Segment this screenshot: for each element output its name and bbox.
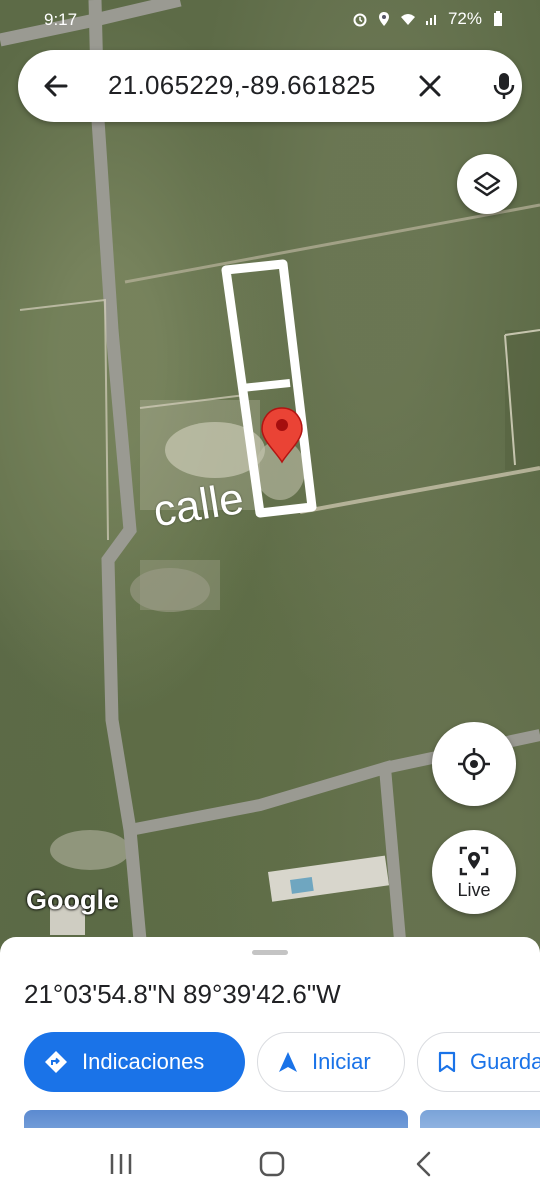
- alarm-icon: [353, 13, 367, 27]
- status-icons: 72%: [352, 9, 506, 29]
- signal-icon: [425, 15, 436, 25]
- wifi-icon: [400, 14, 415, 25]
- bookmark-icon: [438, 1051, 456, 1073]
- start-button[interactable]: Iniciar: [257, 1032, 405, 1092]
- directions-button[interactable]: Indicaciones: [24, 1032, 245, 1092]
- directions-icon: [45, 1051, 67, 1073]
- layers-button[interactable]: [457, 154, 517, 214]
- place-coordinates: 21°03'54.8"N 89°39'42.6"W: [24, 979, 341, 1009]
- navigation-arrow-icon: [279, 1052, 297, 1072]
- sheet-drag-handle[interactable]: [252, 950, 288, 955]
- layers-icon: [473, 171, 501, 197]
- system-navigation-bar: [0, 1128, 540, 1200]
- recent-apps-icon[interactable]: [105, 1148, 137, 1180]
- my-location-icon: [458, 748, 490, 780]
- save-button[interactable]: Guardar: [417, 1032, 540, 1092]
- status-time: 9:17: [44, 10, 78, 29]
- dirt-track: [124, 203, 540, 284]
- live-label: Live: [457, 879, 491, 900]
- road: [128, 760, 406, 941]
- my-location-button[interactable]: [432, 722, 516, 806]
- field-patch: [0, 300, 120, 550]
- place-bottom-sheet[interactable]: 21°03'54.8"N 89°39'42.6"W Indicaciones I…: [0, 937, 540, 1137]
- back-icon[interactable]: [408, 1148, 440, 1180]
- battery-percent: 72%: [447, 9, 482, 28]
- home-icon[interactable]: [256, 1148, 288, 1180]
- start-label: Iniciar: [312, 1049, 371, 1074]
- status-bar: 9:17 72%: [0, 0, 540, 40]
- directions-label: Indicaciones: [82, 1049, 205, 1074]
- back-arrow-icon[interactable]: [40, 70, 72, 102]
- cleared-ground: [50, 830, 130, 870]
- parcel-divider: [241, 379, 291, 392]
- live-view-icon: [459, 846, 489, 875]
- cleared-ground: [130, 568, 210, 612]
- google-logo: Google: [26, 885, 119, 915]
- microphone-icon[interactable]: [486, 68, 522, 104]
- dirt-track: [299, 466, 540, 514]
- action-chips: Indicaciones Iniciar Guardar: [24, 1032, 540, 1092]
- search-input[interactable]: 21.065229,-89.661825: [108, 70, 376, 101]
- search-bar[interactable]: 21.065229,-89.661825: [18, 50, 522, 122]
- battery-icon: [494, 11, 502, 26]
- location-icon: [378, 12, 389, 26]
- close-icon[interactable]: [414, 70, 446, 102]
- save-label: Guardar: [470, 1049, 540, 1074]
- live-view-button[interactable]: Live: [432, 830, 516, 914]
- building: [268, 855, 390, 902]
